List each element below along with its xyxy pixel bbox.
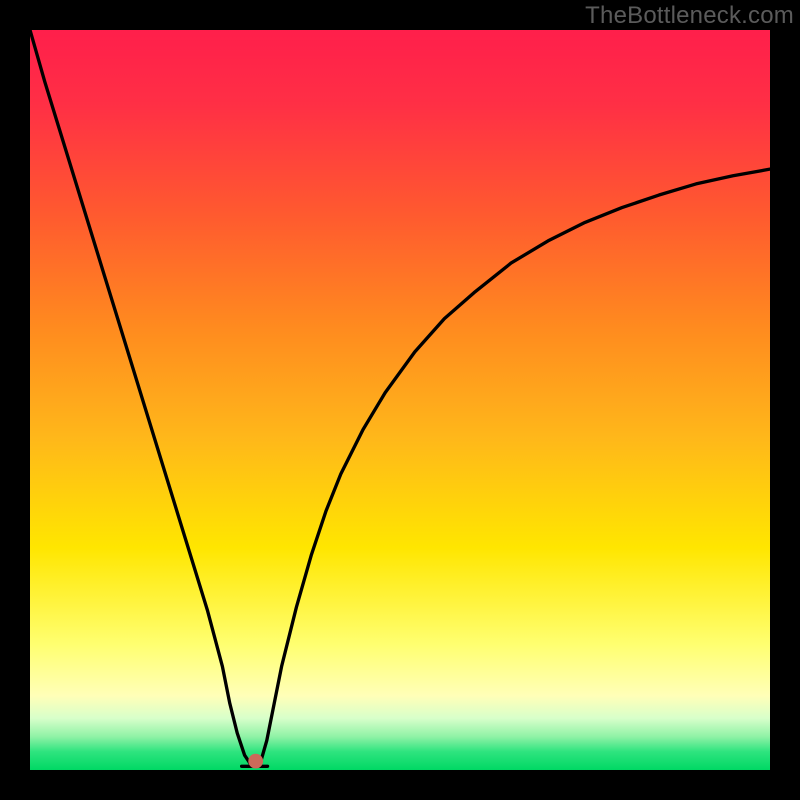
bottleneck-chart [30, 30, 770, 770]
chart-frame [30, 30, 770, 770]
attribution-text: TheBottleneck.com [585, 2, 794, 30]
minimum-marker [248, 754, 263, 769]
